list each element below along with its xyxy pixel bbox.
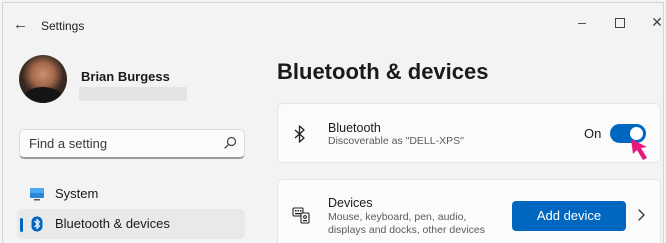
avatar xyxy=(19,55,67,103)
bluetooth-icon xyxy=(294,125,305,143)
pointer-arrow-icon xyxy=(631,139,647,160)
app-title: Settings xyxy=(41,19,85,33)
user-name: Brian Burgess xyxy=(81,69,170,84)
sidebar-item-system[interactable]: System xyxy=(17,179,245,209)
devices-subtitle-line1: Mouse, keyboard, pen, audio, xyxy=(328,211,467,223)
add-device-button[interactable]: Add device xyxy=(512,201,626,231)
monitor-icon xyxy=(30,188,44,201)
back-button[interactable]: ← xyxy=(13,17,31,33)
bluetooth-title: Bluetooth xyxy=(328,121,381,135)
maximize-icon xyxy=(615,18,625,29)
bluetooth-subtitle: Discoverable as "DELL-XPS" xyxy=(328,135,464,147)
bluetooth-card: Bluetooth Discoverable as "DELL-XPS" On xyxy=(277,103,661,163)
selected-indicator xyxy=(20,218,23,232)
page-title: Bluetooth & devices xyxy=(277,59,489,84)
title-bar: ← Settings – ✕ xyxy=(3,3,663,45)
search-box[interactable] xyxy=(19,129,245,159)
keyboard-device-icon xyxy=(292,207,310,224)
close-button[interactable]: ✕ xyxy=(646,12,663,32)
sidebar-item-label: System xyxy=(55,186,99,201)
bluetooth-icon xyxy=(31,216,43,232)
devices-card[interactable]: Devices Mouse, keyboard, pen, audio, dis… xyxy=(277,179,661,243)
search-input[interactable] xyxy=(20,130,214,157)
avatar-shirt xyxy=(23,87,63,103)
sidebar-item-bluetooth-devices[interactable]: Bluetooth & devices xyxy=(17,209,245,239)
user-email-redacted xyxy=(79,87,187,101)
maximize-button[interactable] xyxy=(609,12,631,32)
minimize-button[interactable]: – xyxy=(571,12,593,32)
settings-window: ← Settings – ✕ Brian Burgess System xyxy=(2,2,664,243)
chevron-right-icon[interactable] xyxy=(636,206,648,224)
sidebar-item-label: Bluetooth & devices xyxy=(55,216,170,231)
search-icon[interactable] xyxy=(222,135,238,151)
devices-subtitle-line2: displays and docks, other devices xyxy=(328,224,486,236)
toggle-state-label: On xyxy=(584,126,602,141)
devices-title: Devices xyxy=(328,196,373,210)
